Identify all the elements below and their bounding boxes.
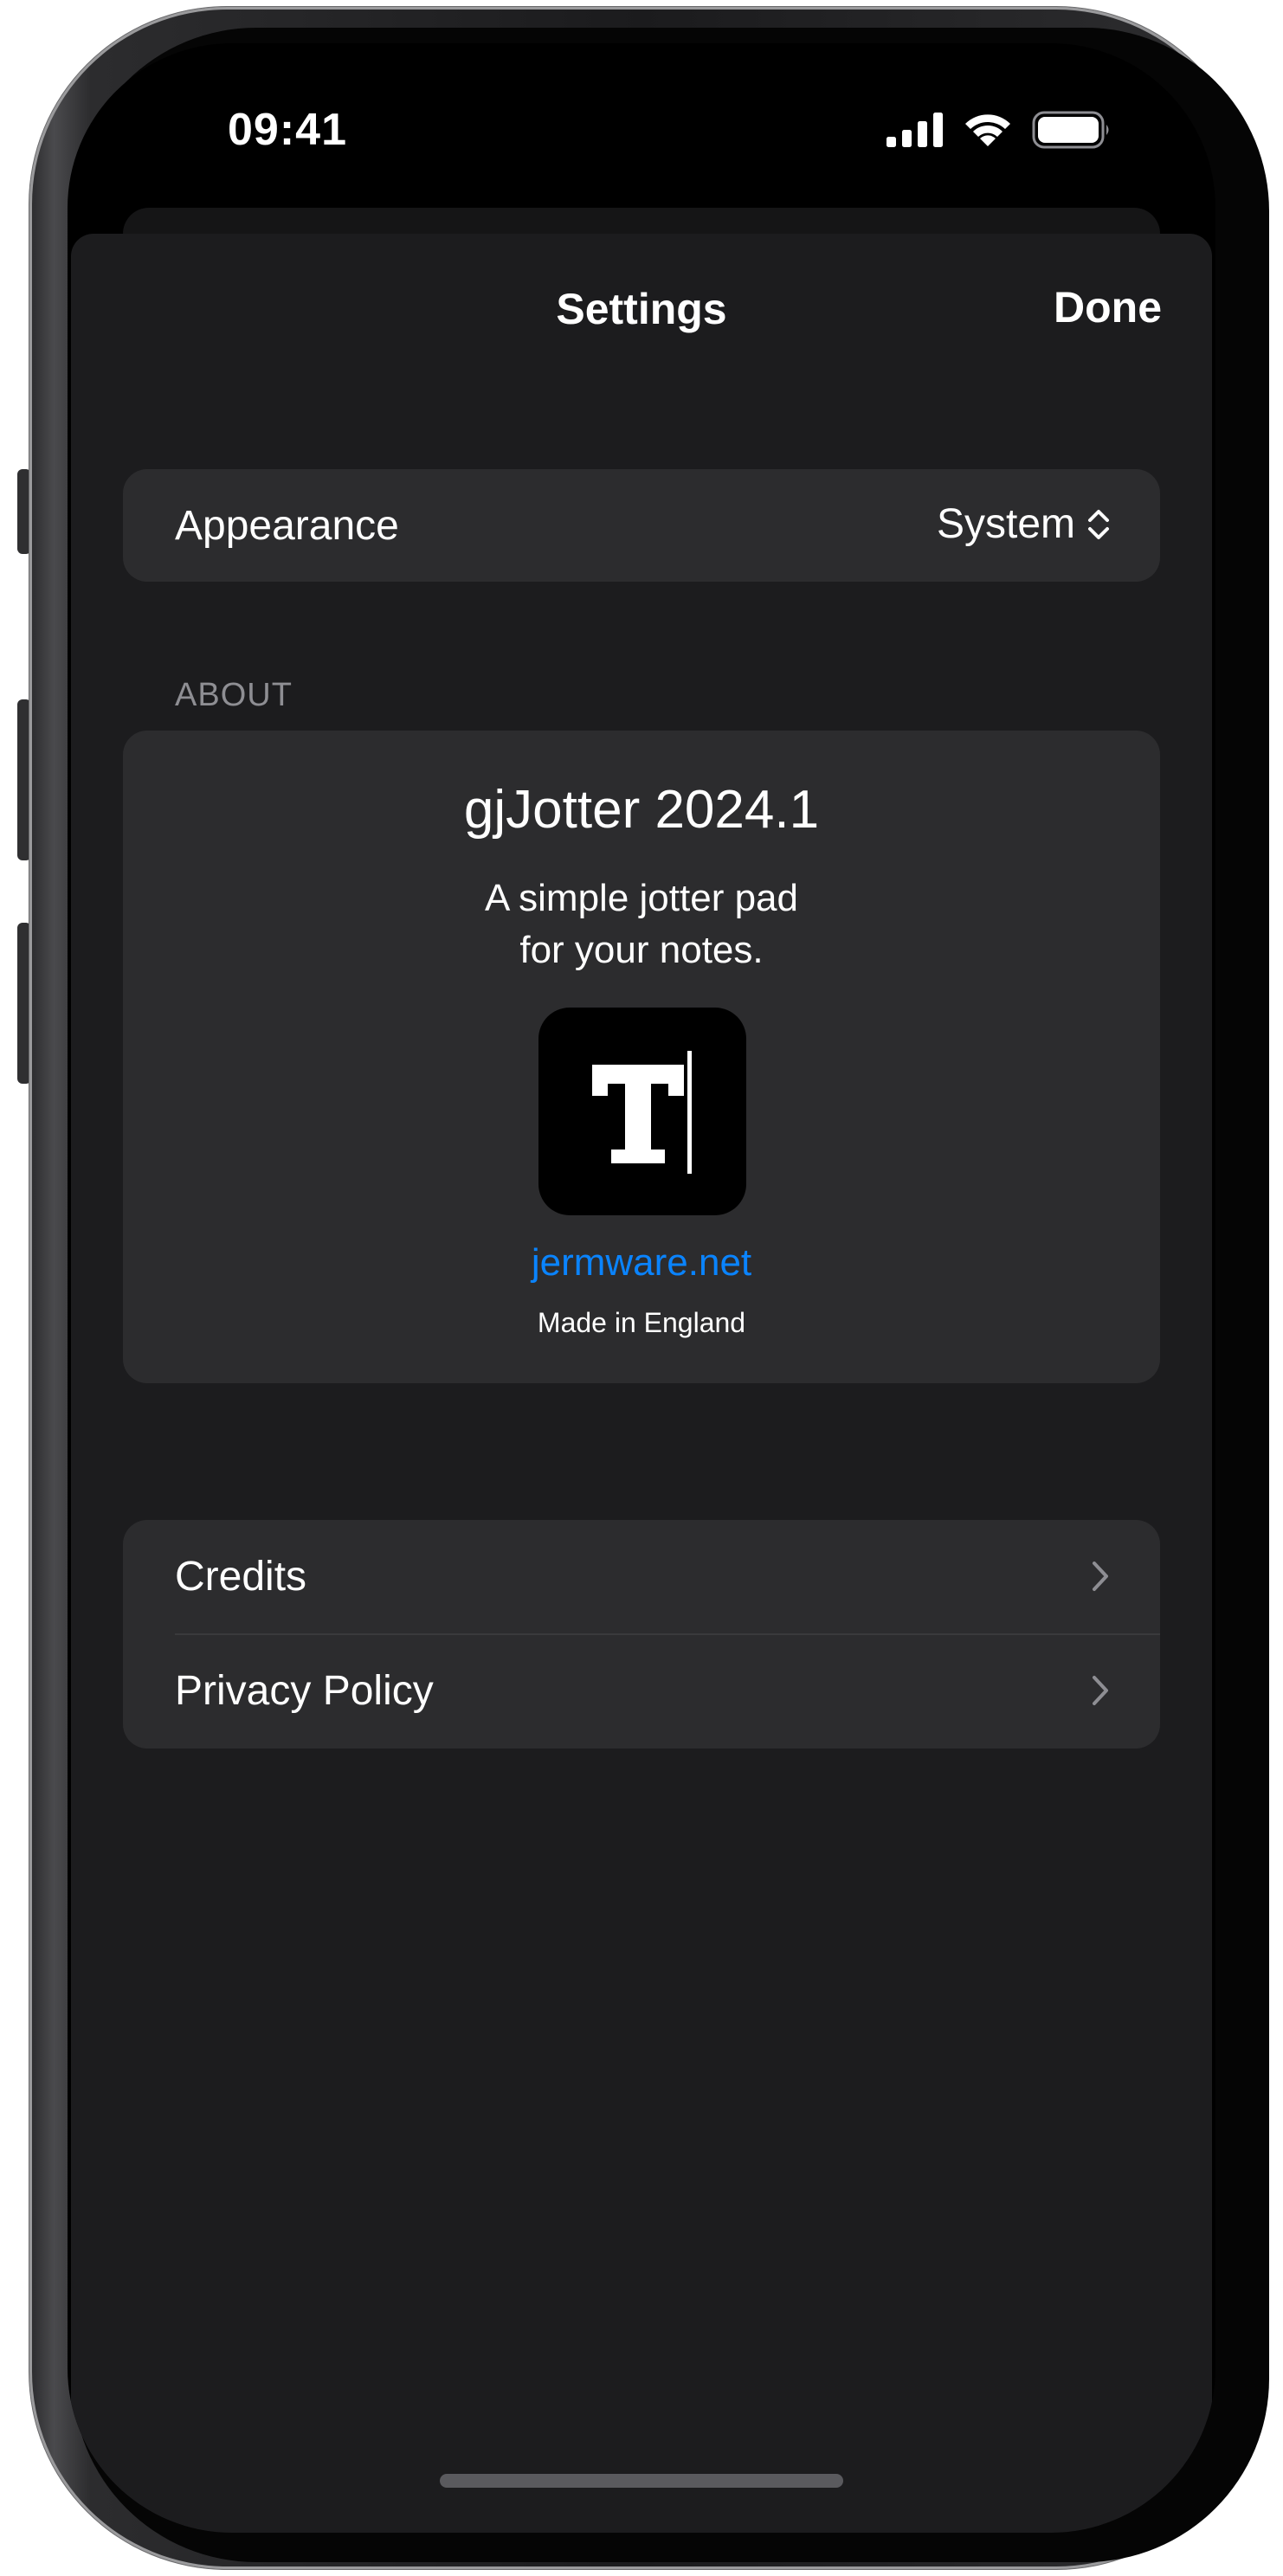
letter-t-icon [592,1051,692,1174]
appearance-value: System [936,501,1075,547]
app-tagline: A simple jotter pad for your notes. [123,873,1160,976]
privacy-policy-label: Privacy Policy [175,1668,434,1714]
made-in-label: Made in England [537,1307,746,1338]
status-bar: 09:41 [68,43,1215,216]
credits-row[interactable]: Credits [123,1520,1160,1634]
appearance-row[interactable]: Appearance System [123,469,1160,582]
appearance-label: Appearance [175,503,399,549]
battery-icon [1032,111,1109,149]
cellular-signal-icon [886,113,943,147]
device-stage: 09:41 Settings Done Appearance System AB… [0,0,1283,2576]
done-button[interactable]: Done [1054,282,1162,332]
status-time: 09:41 [228,105,347,155]
tagline-line-1: A simple jotter pad [485,877,798,919]
status-icons [886,111,1112,149]
settings-sheet: Settings Done Appearance System ABOUT gj… [71,234,1212,2533]
home-indicator[interactable] [440,2474,843,2488]
app-name: gjJotter 2024.1 [463,780,820,840]
appearance-picker[interactable]: System [937,500,1110,548]
links-list: Credits Privacy Policy [123,1520,1160,1748]
chevron-up-down-icon [1088,509,1109,539]
credits-label: Credits [175,1554,307,1600]
chevron-right-icon [1093,1562,1108,1591]
chevron-right-icon [1093,1676,1108,1705]
privacy-policy-row[interactable]: Privacy Policy [123,1634,1160,1748]
phone-screen: 09:41 Settings Done Appearance System AB… [68,43,1215,2533]
app-icon [538,1008,746,1215]
website-link[interactable]: jermware.net [123,1241,1160,1285]
about-card: gjJotter 2024.1 A simple jotter pad for … [123,731,1160,1383]
page-title: Settings [556,285,727,333]
about-section-header: ABOUT [175,677,293,713]
tagline-line-2: for your notes. [519,929,764,971]
wifi-icon [965,114,1010,146]
